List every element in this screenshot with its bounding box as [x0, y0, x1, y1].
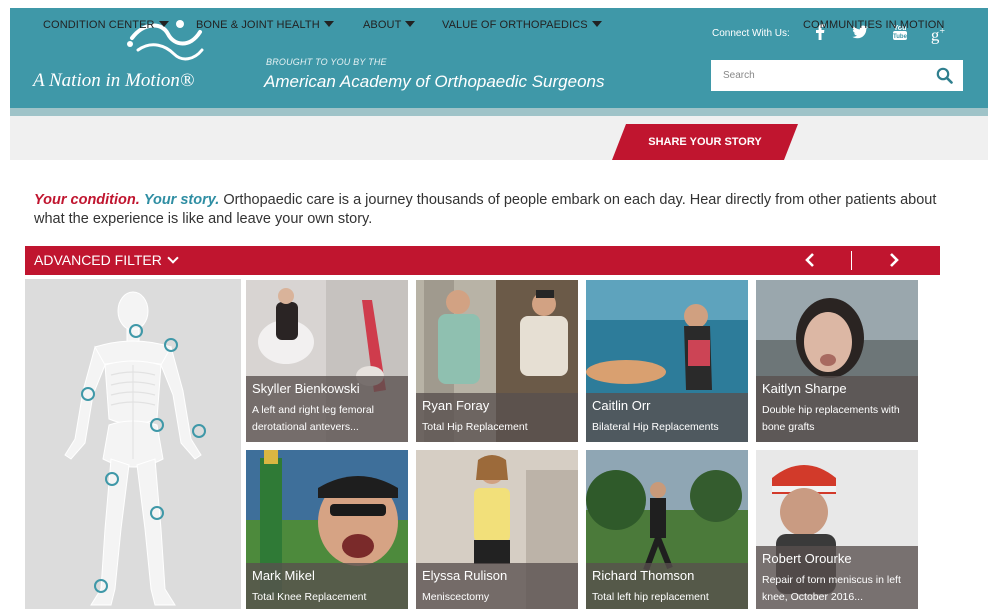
nav-item-bone-joint-health[interactable]: BONE & JOINT HEALTH — [196, 0, 334, 44]
nav-item-about[interactable]: ABOUT — [363, 0, 416, 44]
story-caption: Richard Thomson Total left hip replaceme… — [586, 563, 748, 609]
advanced-filter-label: ADVANCED FILTER — [34, 252, 162, 268]
org-name[interactable]: American Academy of Orthopaedic Surgeons — [264, 72, 605, 92]
caret-down-icon — [405, 21, 416, 27]
header-strip — [10, 108, 988, 116]
story-caption: Caitlin Orr Bilateral Hip Replacements — [586, 393, 748, 442]
joint-marker-knee[interactable] — [150, 506, 164, 520]
advanced-filter-bar: ADVANCED FILTER — [25, 246, 940, 275]
main-nav — [10, 116, 988, 160]
logo-text[interactable]: A Nation in Motion® — [33, 70, 194, 92]
story-caption: Skyller Bienkowski A left and right leg … — [246, 376, 408, 442]
nav-item-condition-center[interactable]: CONDITION CENTER — [43, 0, 169, 44]
story-card[interactable]: Richard Thomson Total left hip replaceme… — [586, 450, 748, 609]
joint-marker-shoulder[interactable] — [164, 338, 178, 352]
nav-item-value-of-orthopaedics[interactable]: VALUE OF ORTHOPAEDICS — [442, 0, 602, 44]
story-card[interactable]: Skyller Bienkowski A left and right leg … — [246, 280, 408, 442]
caret-down-icon — [591, 21, 602, 27]
nav-item-share-your-story[interactable]: SHARE YOUR STORY — [612, 124, 798, 160]
story-name: Ryan Foray — [422, 398, 490, 413]
story-name: Mark Mikel — [252, 568, 315, 583]
joint-marker-hand[interactable] — [192, 424, 206, 438]
joint-marker-foot[interactable] — [94, 579, 108, 593]
nav-item-label: CONDITION CENTER — [43, 19, 155, 31]
story-description: Total Hip Replacement — [422, 421, 528, 433]
carousel-divider — [851, 251, 852, 270]
intro-highlight-condition: Your condition. — [34, 192, 140, 208]
story-card[interactable]: Caitlin Orr Bilateral Hip Replacements — [586, 280, 748, 442]
story-description: Total Knee Replacement — [252, 591, 367, 603]
story-description: Total left hip replacement — [592, 591, 709, 603]
story-card[interactable]: Mark Mikel Total Knee Replacement — [246, 450, 408, 609]
body-map-panel — [25, 279, 241, 609]
story-name: Elyssa Rulison — [422, 568, 508, 583]
joint-marker-elbow[interactable] — [81, 387, 95, 401]
story-card[interactable]: Ryan Foray Total Hip Replacement — [416, 280, 578, 442]
story-name: Skyller Bienkowski — [252, 381, 360, 396]
story-description: Double hip replacements with bone grafts — [762, 404, 900, 433]
story-caption: Kaitlyn Sharpe Double hip replacements w… — [756, 376, 918, 442]
story-caption: Mark Mikel Total Knee Replacement — [246, 563, 408, 609]
story-description: A left and right leg femoral derotationa… — [252, 404, 374, 433]
story-name: Caitlin Orr — [592, 398, 651, 413]
nav-item-label: BONE & JOINT HEALTH — [196, 19, 320, 31]
intro-highlight-story: Your story. — [143, 192, 220, 208]
story-card[interactable]: Robert Orourke Repair of torn meniscus i… — [756, 450, 918, 609]
search-input[interactable] — [711, 60, 931, 91]
intro-paragraph: Your condition. Your story. Orthopaedic … — [34, 191, 964, 229]
chevron-down-icon — [167, 252, 179, 264]
search-icon[interactable] — [936, 67, 953, 84]
brought-by-label: BROUGHT TO YOU BY THE — [266, 57, 387, 67]
advanced-filter-toggle[interactable]: ADVANCED FILTER — [34, 246, 179, 275]
nav-item-label: ABOUT — [363, 19, 402, 31]
chevron-right-icon[interactable] — [887, 253, 901, 267]
story-name: Robert Orourke — [762, 551, 852, 566]
story-description: Bilateral Hip Replacements — [592, 421, 719, 433]
joint-marker-neck[interactable] — [129, 324, 143, 338]
chevron-left-icon[interactable] — [803, 253, 817, 267]
nav-item-label: VALUE OF ORTHOPAEDICS — [442, 19, 588, 31]
story-description: Repair of torn meniscus in left knee, Oc… — [762, 574, 901, 603]
story-description: Meniscectomy — [422, 591, 490, 603]
nav-item-communities-in-motion[interactable]: COMMUNITIES IN MOTION — [803, 0, 944, 44]
story-name: Kaitlyn Sharpe — [762, 381, 847, 396]
story-name: Richard Thomson — [592, 568, 695, 583]
joint-marker-thigh[interactable] — [105, 472, 119, 486]
story-caption: Ryan Foray Total Hip Replacement — [416, 393, 578, 442]
story-caption: Robert Orourke Repair of torn meniscus i… — [756, 546, 918, 609]
story-card[interactable]: Elyssa Rulison Meniscectomy — [416, 450, 578, 609]
connect-label: Connect With Us: — [712, 28, 790, 39]
story-card[interactable]: Kaitlyn Sharpe Double hip replacements w… — [756, 280, 918, 442]
story-caption: Elyssa Rulison Meniscectomy — [416, 563, 578, 609]
caret-down-icon — [158, 21, 169, 27]
page: A Nation in Motion® BROUGHT TO YOU BY TH… — [0, 0, 992, 609]
joint-marker-hip[interactable] — [150, 418, 164, 432]
search-box — [711, 60, 963, 91]
caret-down-icon — [323, 21, 334, 27]
